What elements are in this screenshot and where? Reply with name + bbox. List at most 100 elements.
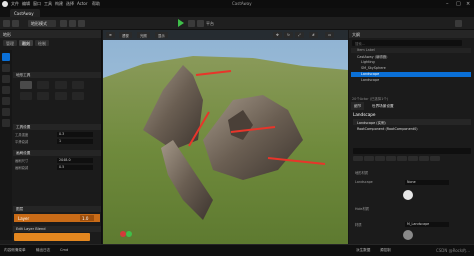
output-log-button[interactable]: 输出日志 xyxy=(36,248,50,253)
landscape-material-thumbnail[interactable] xyxy=(403,230,413,240)
save-icon[interactable] xyxy=(3,20,10,27)
menu-help[interactable]: 帮助 xyxy=(92,1,100,7)
outliner-item-selected[interactable]: Landscape xyxy=(351,72,471,77)
column-label: Item Label xyxy=(357,48,375,52)
tool-hydro[interactable] xyxy=(54,92,67,100)
status-bar: 内容侧滑菜单 输出日志 Cmd 源控制 派生数据 CSDN @Rock的... xyxy=(0,244,474,256)
viewport-toolbar: ≡ 透视 光照 显示 ✥ ↻ ⤢ # ▭ xyxy=(103,30,348,40)
title-bar: 文件 编辑 窗口 工具 构建 选择 Actor 帮助 CastAway – □ … xyxy=(0,0,474,8)
show-button[interactable]: 显示 xyxy=(155,32,168,38)
prop-value[interactable]: 1 xyxy=(57,139,93,144)
level-tab-strip: CastAway xyxy=(0,8,474,17)
cinematics-icon[interactable] xyxy=(78,20,85,27)
mode-select[interactable]: 地形模式 xyxy=(28,20,56,27)
grid-snap-icon[interactable]: # xyxy=(309,32,318,38)
content-drawer-button[interactable]: 内容侧滑菜单 xyxy=(4,248,26,253)
component-row[interactable]: Landscape (实例) xyxy=(353,119,471,125)
landscape-panel: 地形 管理 雕刻 绘制 地形工具 工具设置 工具强度 0.3 平滑衰减 1 画刷设置… xyxy=(0,30,102,244)
filter-physics[interactable] xyxy=(397,156,407,161)
tab-manage[interactable]: 管理 xyxy=(3,40,17,46)
filter-general[interactable] xyxy=(353,156,363,161)
menu-edit[interactable]: 编辑 xyxy=(22,1,30,7)
tab-level[interactable]: CastAway xyxy=(10,9,40,17)
close-icon[interactable]: × xyxy=(466,1,470,7)
material-thumbnail[interactable] xyxy=(403,190,413,200)
derived-data-button[interactable]: 派生数据 xyxy=(356,248,370,253)
tab-sculpt[interactable]: 雕刻 xyxy=(19,40,33,46)
menu-select[interactable]: 选择 xyxy=(66,1,74,7)
flatten-icon[interactable] xyxy=(2,86,10,94)
camera-speed-icon[interactable]: ▭ xyxy=(325,32,335,38)
platforms-button[interactable]: 平台 xyxy=(206,21,214,27)
tab-paint[interactable]: 绘制 xyxy=(35,40,49,46)
tool-sculpt[interactable] xyxy=(20,81,32,89)
layer-value[interactable]: 1.0 xyxy=(80,215,94,221)
blueprint-icon[interactable] xyxy=(69,20,76,27)
minimize-icon[interactable]: – xyxy=(446,1,449,7)
section-tools[interactable]: 地形工具 xyxy=(13,72,101,78)
menu-window[interactable]: 窗口 xyxy=(33,1,41,7)
tab-world-settings[interactable]: 世界场景设置 xyxy=(369,102,397,110)
filter-actor[interactable] xyxy=(364,156,374,161)
erase-icon[interactable] xyxy=(2,64,10,72)
tool-erase[interactable] xyxy=(37,81,50,89)
outliner-item[interactable]: SM_SkySphere xyxy=(351,66,471,71)
menu-tools[interactable]: 工具 xyxy=(44,1,52,7)
translate-icon[interactable]: ✥ xyxy=(273,32,282,38)
prop-value[interactable]: 0.3 xyxy=(57,132,93,137)
menu-actor[interactable]: Actor xyxy=(77,1,88,6)
outliner-search[interactable]: 搜索... xyxy=(352,40,462,46)
detail-value[interactable]: M_Landscape xyxy=(405,222,449,227)
detail-row: Landscape None xyxy=(355,180,467,186)
play-icon[interactable] xyxy=(178,19,184,27)
menu-build[interactable]: 构建 xyxy=(55,1,63,7)
prop-value[interactable]: 2048.0 xyxy=(57,158,93,163)
add-actor-icon[interactable] xyxy=(60,20,67,27)
maximize-icon[interactable]: □ xyxy=(456,1,461,7)
section-brush-settings[interactable]: 画刷设置 xyxy=(13,150,101,156)
rotate-icon[interactable]: ↻ xyxy=(284,32,293,38)
unreal-logo-icon[interactable] xyxy=(2,1,8,7)
smooth-icon[interactable] xyxy=(2,75,10,83)
cmd-button[interactable]: Cmd xyxy=(60,248,68,252)
filter-all[interactable] xyxy=(430,156,440,161)
outliner-item[interactable]: CastAway (编辑器) xyxy=(351,54,471,59)
settings-icon[interactable] xyxy=(455,20,462,27)
tool-ramp[interactable] xyxy=(20,92,32,100)
filter-lod[interactable] xyxy=(375,156,385,161)
stop-icon[interactable] xyxy=(197,20,204,27)
menu-file[interactable]: 文件 xyxy=(11,1,19,7)
viewport-menu-icon[interactable]: ≡ xyxy=(106,32,115,38)
outliner-item[interactable]: Landscape xyxy=(351,78,471,83)
section-tool-settings[interactable]: 工具设置 xyxy=(13,124,101,130)
tool-noise[interactable] xyxy=(71,92,84,100)
section-layers[interactable]: 图层 xyxy=(13,206,101,212)
lit-button[interactable]: 光照 xyxy=(137,32,150,38)
filter-misc[interactable] xyxy=(386,156,396,161)
detail-row: 材质 M_Landscape xyxy=(355,222,467,228)
skip-icon[interactable] xyxy=(188,20,195,27)
perspective-button[interactable]: 透视 xyxy=(119,32,132,38)
ramp-icon[interactable] xyxy=(2,97,10,105)
tool-flatten[interactable] xyxy=(71,81,84,89)
level-viewport[interactable]: ≡ 透视 光照 显示 ✥ ↻ ⤢ # ▭ xyxy=(103,30,348,244)
outliner-item[interactable]: Lighting xyxy=(351,60,471,65)
source-control-button[interactable]: 源控制 xyxy=(380,248,391,253)
section-edit-layer-blend[interactable]: Edit Layer Blend xyxy=(13,226,101,232)
detail-value[interactable]: None xyxy=(405,180,449,185)
prop-value[interactable]: 0.5 xyxy=(57,165,93,170)
sculpt-brush-icon[interactable] xyxy=(2,53,10,61)
erosion-icon[interactable] xyxy=(2,108,10,116)
tool-erosion[interactable] xyxy=(37,92,50,100)
details-search[interactable] xyxy=(353,148,471,154)
noise-icon[interactable] xyxy=(2,119,10,127)
scale-icon[interactable]: ⤢ xyxy=(295,32,304,38)
tool-smooth[interactable] xyxy=(54,81,67,89)
tab-details[interactable]: 细节 xyxy=(351,102,365,110)
tab-level-label: CastAway xyxy=(14,11,34,16)
content-browser-icon[interactable] xyxy=(12,20,19,27)
filter-rendering[interactable] xyxy=(408,156,418,161)
layer-row[interactable]: Layer 1.0 xyxy=(14,214,100,222)
filter-streaming[interactable] xyxy=(419,156,429,161)
component-row[interactable]: RootComponent (RootComponent0) xyxy=(353,126,471,132)
